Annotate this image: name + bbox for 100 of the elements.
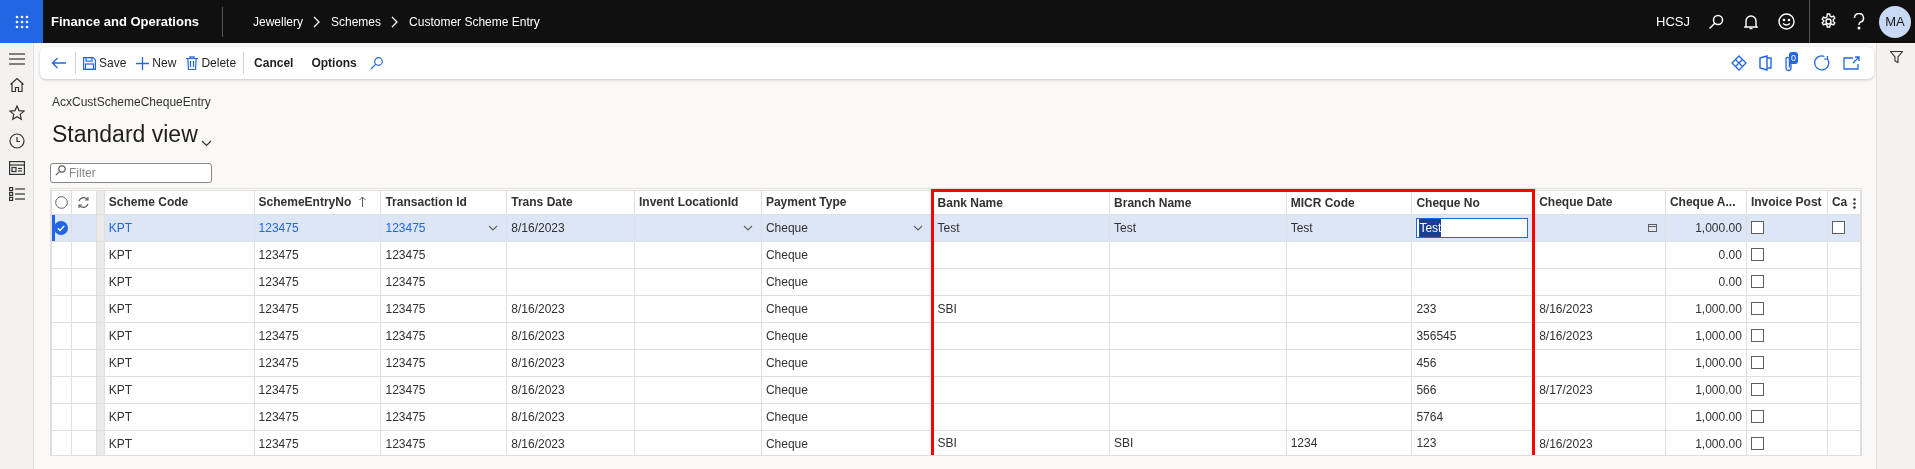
checkbox[interactable] <box>1750 275 1764 288</box>
new-button[interactable]: New <box>131 50 182 76</box>
table-cell: KPT <box>108 301 133 316</box>
table-cell: 123475 <box>385 382 426 397</box>
table-cell: Cheque <box>765 301 808 316</box>
trash-icon <box>186 56 199 70</box>
checkbox[interactable] <box>1750 221 1764 234</box>
home-icon[interactable] <box>8 77 25 93</box>
table-cell: KPT <box>108 328 133 343</box>
table-cell: 1,000.00 <box>1695 328 1742 343</box>
chevron-down-icon[interactable] <box>488 224 499 231</box>
menu-icon[interactable] <box>8 53 25 65</box>
bell-icon[interactable] <box>1744 13 1758 30</box>
checkbox[interactable] <box>1750 410 1764 423</box>
column-header[interactable]: Invoice Post <box>1746 190 1828 214</box>
table-cell: Cheque <box>765 274 808 289</box>
table-cell: 8/16/2023 <box>511 382 565 397</box>
search-icon[interactable] <box>1708 13 1724 30</box>
checkbox[interactable] <box>1750 302 1764 315</box>
table-cell: KPT <box>108 274 133 289</box>
plus-icon <box>136 56 150 70</box>
column-header[interactable]: Ca <box>1827 190 1861 214</box>
checkbox[interactable] <box>1750 437 1764 450</box>
diamond-icon[interactable] <box>1731 55 1747 71</box>
app-name[interactable]: Finance and Operations <box>51 6 223 37</box>
column-header[interactable]: Transaction Id <box>380 190 507 214</box>
table-cell: Cheque <box>765 328 808 343</box>
open-in-new-window-icon[interactable] <box>1843 56 1860 70</box>
attachments-count: 0 <box>1789 52 1798 64</box>
table-cell: 8/16/2023 <box>1539 301 1593 316</box>
refresh-icon[interactable] <box>77 195 91 209</box>
table-cell: 8/17/2023 <box>1539 382 1593 397</box>
chevron-down-icon[interactable] <box>200 139 212 147</box>
chevron-down-icon[interactable] <box>912 224 923 231</box>
column-header[interactable]: Trans Date <box>506 190 635 214</box>
table-cell: Cheque <box>765 436 808 451</box>
table-cell[interactable]: KPT <box>108 220 133 235</box>
user-avatar[interactable]: MA <box>1879 5 1911 38</box>
table-cell: 123475 <box>258 436 299 451</box>
list-icon[interactable] <box>8 187 25 201</box>
table-cell: 123475 <box>258 382 299 397</box>
options-button[interactable]: Options <box>303 50 365 76</box>
filter-icon[interactable] <box>1889 51 1903 63</box>
table-cell: 233 <box>1416 301 1437 316</box>
column-header[interactable]: Cheque Date <box>1533 190 1666 214</box>
chevron-down-icon[interactable] <box>742 224 753 231</box>
save-button[interactable]: Save <box>78 50 132 76</box>
office-icon[interactable] <box>1759 55 1772 71</box>
checkbox[interactable] <box>1831 221 1845 234</box>
table-cell: 8/16/2023 <box>511 355 565 370</box>
table-cell: 123475 <box>385 355 426 370</box>
refresh-icon[interactable] <box>1814 54 1831 72</box>
table-cell: 8/16/2023 <box>511 328 565 343</box>
column-header[interactable]: SchemeEntryNo <box>254 190 381 214</box>
chevron-right-icon <box>391 15 400 28</box>
back-arrow-icon <box>51 57 66 69</box>
table-cell[interactable]: 123475 <box>258 220 299 235</box>
checkbox[interactable] <box>1750 383 1764 396</box>
column-header[interactable]: Scheme Code <box>104 190 255 214</box>
clock-icon[interactable] <box>8 133 25 149</box>
star-icon[interactable] <box>8 105 25 121</box>
table-cell: SBI <box>937 436 957 450</box>
column-header[interactable]: Cheque A... <box>1665 190 1747 214</box>
table-cell: 123475 <box>258 301 299 316</box>
table-cell: 1,000.00 <box>1695 220 1742 235</box>
filter-field[interactable]: Filter <box>50 162 212 183</box>
column-header[interactable]: Payment Type <box>761 190 933 214</box>
input-field[interactable]: Test <box>1416 217 1529 238</box>
checkbox[interactable] <box>1750 248 1764 261</box>
table-cell[interactable]: 123475 <box>385 220 426 235</box>
view-selector[interactable]: Standard view <box>52 117 198 152</box>
smiley-icon[interactable] <box>1778 13 1795 30</box>
row-selected-checkmark[interactable] <box>54 220 69 235</box>
table-cell: 123475 <box>385 274 426 289</box>
workspace-icon[interactable] <box>8 161 25 175</box>
table-cell: Test <box>937 220 960 235</box>
save-icon <box>83 56 96 70</box>
table-cell: 1,000.00 <box>1695 436 1742 451</box>
delete-button[interactable]: Delete <box>181 50 242 76</box>
table-cell: Cheque <box>765 382 808 397</box>
form-name: AcxCustSchemeChequeEntry <box>52 94 212 111</box>
more-options-icon[interactable] <box>1853 197 1856 209</box>
checkbox[interactable] <box>1750 356 1764 369</box>
search-icon <box>55 164 66 176</box>
breadcrumb-link[interactable]: Jewellery <box>253 12 303 31</box>
table-cell: 1,000.00 <box>1695 409 1742 424</box>
settings-icon[interactable] <box>1820 13 1837 30</box>
column-header[interactable]: Invent LocationId <box>634 190 762 214</box>
company-selector[interactable]: HCSJ <box>1656 11 1690 32</box>
calendar-icon[interactable] <box>1647 223 1657 232</box>
checkbox[interactable] <box>1750 329 1764 342</box>
breadcrumb-link[interactable]: Schemes <box>331 12 382 31</box>
sort-ascending-icon <box>359 195 367 207</box>
attachments-button[interactable]: 0 <box>1784 54 1802 72</box>
cancel-button[interactable]: Cancel <box>246 50 302 76</box>
breadcrumb-link[interactable]: Customer Scheme Entry <box>409 12 540 31</box>
select-all-radio[interactable] <box>55 195 68 209</box>
table-cell: 0.00 <box>1718 274 1742 289</box>
table-cell: Test <box>1290 220 1313 235</box>
help-icon[interactable] <box>1853 13 1865 30</box>
